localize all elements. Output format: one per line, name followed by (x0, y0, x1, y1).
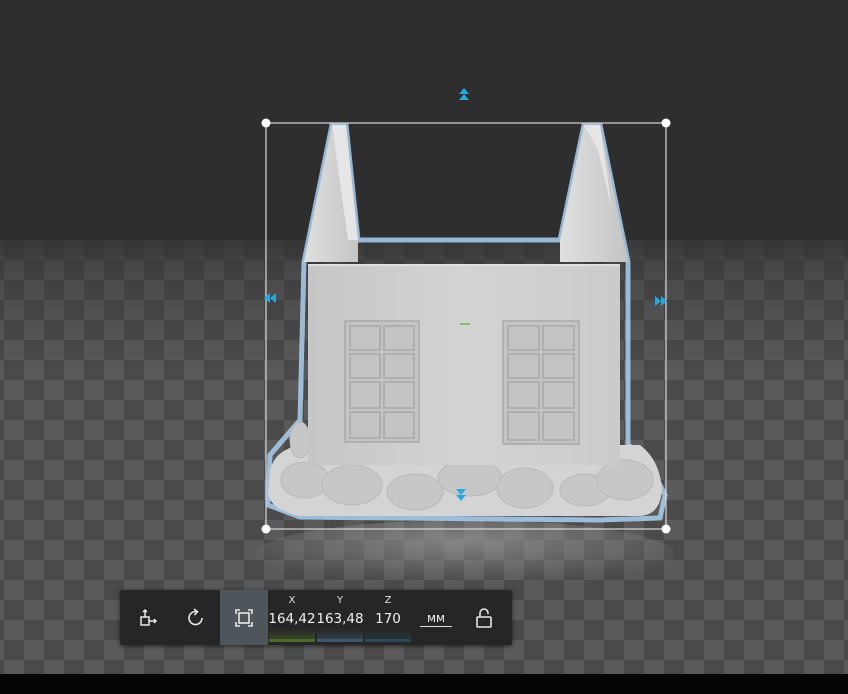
y-axis-label: Y (336, 595, 344, 606)
corner-handle-top-right[interactable] (661, 118, 671, 128)
window-left (344, 320, 420, 443)
bottom-edge-bar (0, 674, 848, 694)
z-size-field[interactable]: 170 (365, 608, 411, 642)
unlocked-padlock-icon (476, 607, 492, 628)
corner-handle-top-left[interactable] (261, 118, 271, 128)
corner-handle-bottom-right[interactable] (661, 524, 671, 534)
move-button[interactable] (124, 590, 172, 645)
y-size-field[interactable]: 163,48 (316, 608, 364, 642)
corner-handle-bottom-left[interactable] (261, 524, 271, 534)
rotate-button[interactable] (172, 590, 220, 645)
window-right (502, 320, 580, 445)
transform-toolbar: X 164,42 Y 163,48 Z 170 мм (120, 590, 512, 645)
scale-button[interactable] (220, 590, 268, 645)
z-axis-label: Z (384, 595, 392, 606)
proportion-lock-button[interactable] (462, 590, 506, 645)
rotate-icon (188, 607, 203, 625)
model-reflection (255, 520, 675, 590)
x-axis-label: X (288, 595, 296, 606)
unit-selector[interactable]: мм (420, 611, 452, 627)
scale-icon (235, 608, 253, 627)
move-tool-icon (140, 608, 158, 626)
x-size-field[interactable]: 164,42 (268, 608, 316, 642)
